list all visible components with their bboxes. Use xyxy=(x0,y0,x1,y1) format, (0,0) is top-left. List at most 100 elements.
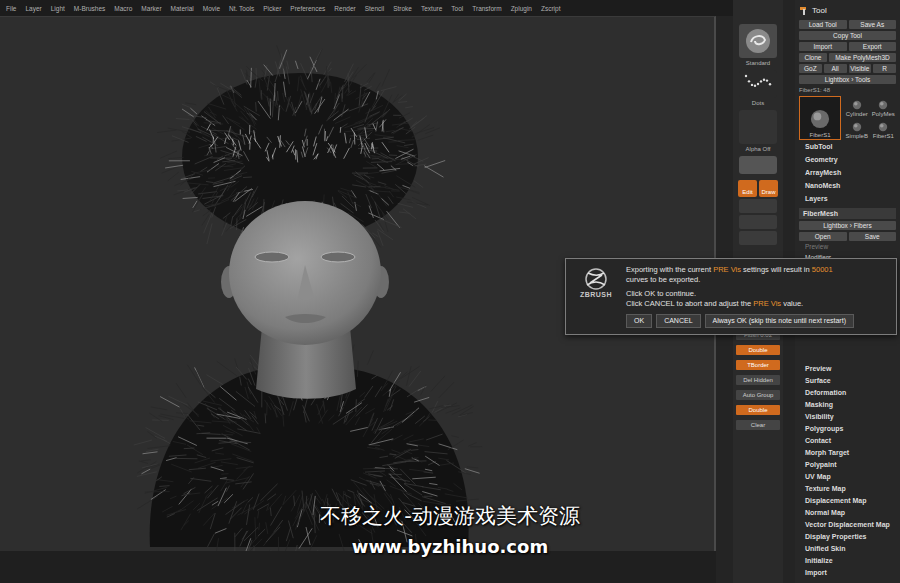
move-button[interactable] xyxy=(739,199,777,213)
section-row[interactable]: Display Properties xyxy=(799,531,896,543)
fur-strand xyxy=(307,139,308,145)
menu-item[interactable]: Macro xyxy=(114,5,132,12)
dialog-button[interactable]: Always OK (skip this note until next res… xyxy=(705,314,854,328)
section-row[interactable]: Texture Map xyxy=(799,483,896,495)
menu-item[interactable]: Render xyxy=(334,5,355,12)
menu-item[interactable]: Texture xyxy=(421,5,442,12)
fur-strand xyxy=(221,462,237,465)
fibermesh-item[interactable]: Preview xyxy=(799,241,896,252)
menu-item[interactable]: Layer xyxy=(25,5,41,12)
shelf-button[interactable]: Double xyxy=(736,405,780,415)
fibermesh-button[interactable]: Save xyxy=(849,232,897,241)
fur-strand xyxy=(379,471,386,475)
fur-strand xyxy=(247,207,262,216)
shelf-button[interactable]: Del Hidden xyxy=(736,375,780,385)
section-row[interactable]: UV Map xyxy=(799,471,896,483)
mode-button[interactable]: Draw xyxy=(759,180,778,197)
fur-strand xyxy=(420,416,431,426)
dialog-button[interactable]: CANCEL xyxy=(656,314,700,328)
scale-button[interactable] xyxy=(739,215,777,229)
section-row[interactable]: Import xyxy=(799,567,896,579)
section-row[interactable]: Polypaint xyxy=(799,459,896,471)
menu-item[interactable]: Zscript xyxy=(541,5,561,12)
tool-button[interactable]: Clone xyxy=(799,53,827,62)
menu-item[interactable]: Transform xyxy=(472,5,501,12)
tool-button[interactable]: GoZ xyxy=(799,64,822,73)
menu-item[interactable]: Picker xyxy=(263,5,281,12)
section-row[interactable]: Layers xyxy=(799,192,896,205)
tool-button[interactable]: Make PolyMesh3D xyxy=(829,53,896,62)
section-row[interactable]: Geometry xyxy=(799,153,896,166)
menu-item[interactable]: Preferences xyxy=(290,5,325,12)
lightbox-fibers-button[interactable]: Lightbox › Fibers xyxy=(799,221,896,230)
brush-tile[interactable] xyxy=(739,24,777,58)
menu-item[interactable]: File xyxy=(6,5,16,12)
menu-item[interactable]: Zplugin xyxy=(511,5,532,12)
section-row[interactable]: Masking xyxy=(799,399,896,411)
menu-item[interactable]: Marker xyxy=(141,5,161,12)
texture-tile[interactable] xyxy=(739,156,777,174)
tool-thumbnail[interactable]: PolyMes xyxy=(871,96,897,118)
tool-thumbnail[interactable]: FiberS1 xyxy=(799,96,841,140)
section-row[interactable]: Displacement Map xyxy=(799,495,896,507)
tool-button[interactable]: Copy Tool xyxy=(799,31,896,40)
tool-thumbnail[interactable]: SimpleB xyxy=(844,119,870,141)
shelf-button[interactable]: Auto Group xyxy=(736,390,780,400)
fur-strand xyxy=(216,539,219,551)
fur-strand xyxy=(269,396,281,415)
section-row[interactable]: Initialize xyxy=(799,555,896,567)
fibermesh-button[interactable]: Open xyxy=(799,232,847,241)
tool-button[interactable]: Import xyxy=(799,42,847,51)
shelf-button[interactable]: TBorder xyxy=(736,360,780,370)
section-row[interactable]: Morph Target xyxy=(799,447,896,459)
rotate-button[interactable] xyxy=(739,231,777,245)
section-row[interactable]: Normal Map xyxy=(799,507,896,519)
menu-item[interactable]: Tool xyxy=(451,5,463,12)
button-row: ImportExport xyxy=(799,42,896,51)
section-row[interactable]: Polygroups xyxy=(799,423,896,435)
tool-button[interactable]: All xyxy=(824,64,847,73)
fur-strand xyxy=(267,150,269,160)
tool-thumbnail[interactable]: Cylinder xyxy=(844,96,870,118)
section-row[interactable]: NanoMesh xyxy=(799,179,896,192)
fur-strand xyxy=(237,458,253,463)
fur-strand xyxy=(363,514,378,528)
tool-button[interactable]: Visible xyxy=(849,64,872,73)
tool-button[interactable]: R xyxy=(873,64,896,73)
section-row[interactable]: SubTool xyxy=(799,140,896,153)
fur-strand xyxy=(263,93,278,108)
menu-item[interactable]: Stroke xyxy=(393,5,412,12)
shelf-button[interactable]: Clear xyxy=(736,420,780,430)
shelf-button[interactable]: Double xyxy=(736,345,780,355)
section-row[interactable]: Deformation xyxy=(799,387,896,399)
section-row[interactable]: Contact xyxy=(799,435,896,447)
menu-item[interactable]: M-Brushes xyxy=(74,5,105,12)
fur-strand xyxy=(387,480,395,486)
tool-thumbnail[interactable]: FiberS1 xyxy=(871,119,897,141)
section-row[interactable]: ArrayMesh xyxy=(799,166,896,179)
fur-strand xyxy=(341,84,347,91)
section-row[interactable]: Preview xyxy=(799,363,896,375)
fur-strand xyxy=(397,176,415,187)
menu-item[interactable]: Material xyxy=(171,5,194,12)
menu-item[interactable]: Stencil xyxy=(365,5,385,12)
fur-strand xyxy=(213,134,228,143)
section-row[interactable]: Visibility xyxy=(799,411,896,423)
alpha-tile[interactable] xyxy=(739,110,777,144)
fibermesh-header[interactable]: FiberMesh xyxy=(799,208,896,219)
mode-button[interactable]: Edit xyxy=(738,180,757,197)
fur-strand xyxy=(360,136,362,146)
fur-strand xyxy=(305,148,308,156)
section-row[interactable]: Vector Displacement Map xyxy=(799,519,896,531)
section-row[interactable]: Surface xyxy=(799,375,896,387)
tool-button[interactable]: Load Tool xyxy=(799,20,847,29)
stroke-tile[interactable] xyxy=(739,70,777,98)
tool-button[interactable]: Lightbox › Tools xyxy=(799,75,896,84)
menu-item[interactable]: Nt. Tools xyxy=(229,5,254,12)
tool-button[interactable]: Export xyxy=(849,42,897,51)
section-row[interactable]: Unified Skin xyxy=(799,543,896,555)
tool-button[interactable]: Save As xyxy=(849,20,897,29)
menu-item[interactable]: Light xyxy=(51,5,65,12)
menu-item[interactable]: Movie xyxy=(203,5,220,12)
dialog-button[interactable]: OK xyxy=(626,314,652,328)
